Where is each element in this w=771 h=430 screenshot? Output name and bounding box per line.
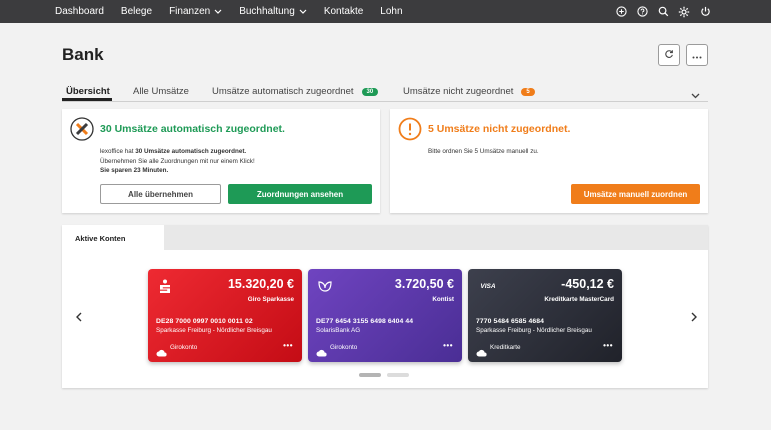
account-bank: Sparkasse Freiburg - Nördlicher Breisgau — [156, 327, 272, 334]
account-name: Kontist — [432, 296, 454, 303]
account-more-icon[interactable]: ••• — [603, 341, 613, 350]
cloud-sync-icon — [316, 344, 327, 357]
view-assignments-button[interactable]: Zuordnungen ansehen — [228, 184, 372, 204]
search-icon[interactable] — [657, 6, 669, 18]
tab-nicht-zugeordnet[interactable]: Umsätze nicht zugeordnet 5 — [403, 86, 535, 97]
power-icon[interactable] — [699, 6, 711, 18]
chevron-down-icon[interactable] — [691, 86, 700, 104]
accept-all-button[interactable]: Alle übernehmen — [100, 184, 221, 204]
chevron-right-icon[interactable] — [689, 311, 699, 323]
account-iban: DE77 6454 3155 6498 6404 44 — [316, 318, 414, 325]
warning-icon — [398, 117, 422, 141]
top-navigation: Dashboard Belege Finanzen Buchhaltung Ko… — [0, 0, 771, 23]
account-card-number: 7770 5484 6585 4684 — [476, 318, 545, 325]
help-icon[interactable] — [636, 6, 648, 18]
nav-buchhaltung-label: Buchhaltung — [239, 6, 295, 17]
account-balance: 15.320,20 € — [227, 277, 294, 291]
visa-logo-icon: VISA — [480, 282, 496, 290]
auto-assigned-title: 30 Umsätze automatisch zugeordnet. — [100, 123, 285, 135]
tab-automatisch-zugeordnet[interactable]: Umsätze automatisch zugeordnet 30 — [212, 86, 379, 97]
sparkasse-icon — [158, 279, 172, 293]
nav-kontakte[interactable]: Kontakte — [324, 0, 363, 23]
refresh-button[interactable] — [658, 44, 680, 66]
tab-alle-umsaetze[interactable]: Alle Umsätze — [133, 86, 189, 97]
account-card-sparkasse[interactable]: 15.320,20 € Giro Sparkasse DE28 7000 099… — [148, 269, 302, 362]
page-title: Bank — [62, 45, 104, 64]
nav-belege[interactable]: Belege — [121, 0, 152, 23]
kontist-leaf-icon — [318, 279, 332, 293]
tab-active-accounts[interactable]: Aktive Konten — [62, 225, 164, 251]
unassigned-description: Bitte ordnen Sie 5 Umsätze manuell zu. — [428, 148, 539, 155]
account-type: Girokonto — [330, 344, 358, 351]
account-more-icon[interactable]: ••• — [283, 341, 293, 350]
description-text: lexoffice hat — [100, 148, 136, 155]
nav-lohn-label: Lohn — [380, 6, 403, 17]
count-badge: 5 — [521, 87, 535, 96]
gear-icon[interactable] — [678, 6, 690, 18]
account-bank: Sparkasse Freiburg - Nördlicher Breisgau — [476, 327, 592, 334]
account-balance: -450,12 € — [561, 277, 614, 291]
time-saved-text: Sie sparen 23 Minuten. — [100, 167, 169, 174]
nav-dashboard[interactable]: Dashboard — [55, 0, 104, 23]
carousel-dot-active[interactable] — [359, 373, 381, 377]
account-balance: 3.720,50 € — [394, 277, 454, 291]
nav-belege-label: Belege — [120, 6, 153, 17]
account-card-kontist[interactable]: 3.720,50 € Kontist DE77 6454 3155 6498 6… — [308, 269, 462, 362]
cloud-sync-icon — [476, 344, 487, 357]
tab-bar: Übersicht Alle Umsätze Umsätze automatis… — [62, 82, 708, 102]
nav-lohn[interactable]: Lohn — [380, 0, 402, 23]
tab-label: Umsätze automatisch zugeordnet — [212, 86, 354, 97]
more-options-button[interactable] — [686, 44, 708, 66]
more-icon — [692, 46, 702, 64]
unassigned-card: 5 Umsätze nicht zugeordnet. Bitte ordnen… — [390, 109, 708, 213]
nav-buchhaltung[interactable]: Buchhaltung — [239, 0, 307, 23]
chevron-down-icon — [214, 6, 222, 17]
chevron-left-icon[interactable] — [74, 311, 84, 323]
description-bold: 30 Umsätze automatisch zugeordnet. — [135, 148, 247, 155]
chevron-down-icon — [299, 6, 307, 17]
nav-icon-group — [615, 0, 711, 23]
tab-label: Umsätze nicht zugeordnet — [403, 86, 514, 97]
tab-uebersicht[interactable]: Übersicht — [66, 86, 110, 97]
nav-finanzen-label: Finanzen — [169, 6, 211, 17]
lexoffice-logo-icon — [70, 117, 94, 141]
nav-finanzen[interactable]: Finanzen — [169, 0, 222, 23]
refresh-icon — [664, 46, 674, 64]
assign-manually-button[interactable]: Umsätze manuell zuordnen — [571, 184, 700, 204]
carousel-dot[interactable] — [387, 373, 409, 377]
cloud-sync-icon — [156, 344, 167, 357]
account-name: Kreditkarte MasterCard — [544, 296, 614, 303]
count-badge: 30 — [361, 87, 379, 96]
account-iban: DE28 7000 0997 0010 0011 02 — [156, 318, 253, 325]
auto-assigned-card: 30 Umsätze automatisch zugeordnet. lexof… — [62, 109, 380, 213]
tab-label: Alle Umsätze — [133, 86, 189, 97]
carousel-pagination — [359, 373, 409, 377]
account-bank: SolarisBank AG — [316, 327, 361, 334]
accounts-panel: Aktive Konten 15.320,20 € Giro Sparkasse… — [62, 225, 708, 388]
unassigned-title: 5 Umsätze nicht zugeordnet. — [428, 123, 571, 135]
description-text: Übernehmen Sie alle Zuordnungen mit nur … — [100, 157, 255, 165]
account-more-icon[interactable]: ••• — [443, 341, 453, 350]
nav-dashboard-label: Dashboard — [55, 6, 104, 17]
account-type: Girokonto — [170, 344, 198, 351]
account-type: Kreditkarte — [490, 344, 521, 351]
tab-label: Übersicht — [66, 86, 110, 97]
active-tab-indicator — [62, 98, 112, 101]
nav-kontakte-label: Kontakte — [323, 6, 364, 17]
account-name: Giro Sparkasse — [247, 296, 294, 303]
plus-circle-icon[interactable] — [615, 6, 627, 18]
auto-assigned-description: lexoffice hat 30 Umsätze automatisch zug… — [100, 147, 255, 176]
account-card-mastercard[interactable]: VISA -450,12 € Kreditkarte MasterCard 77… — [468, 269, 622, 362]
